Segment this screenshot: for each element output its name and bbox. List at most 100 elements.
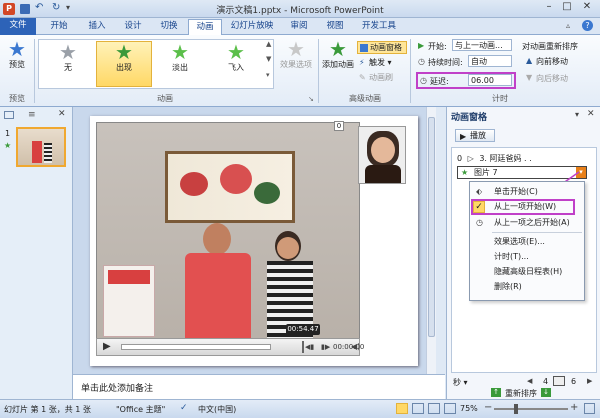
slide-edit-area: 0 00:54.47 ▶ ◀▮ ▮▶ 00:00.00 ◀) xyxy=(73,107,436,374)
thumb-person-red xyxy=(32,141,42,163)
arrow-up-icon: ▲ xyxy=(526,56,533,65)
timeline-scroll-left[interactable]: ◀ xyxy=(527,377,532,385)
fit-to-window-icon[interactable] xyxy=(584,403,595,414)
add-animation-button[interactable]: ★ 添加动画 xyxy=(322,39,354,70)
customize-toolbar-icon[interactable]: ▾ xyxy=(66,3,70,12)
slide-sorter-icon[interactable] xyxy=(412,403,424,414)
animation-pane-icon xyxy=(360,44,368,52)
progress-marker[interactable] xyxy=(302,341,304,353)
help-icon[interactable]: ? xyxy=(582,20,593,31)
close-panel-icon[interactable]: ✕ xyxy=(58,109,66,119)
gallery-scroll-down[interactable]: ▼ xyxy=(266,55,271,63)
play-icon[interactable]: ▶ xyxy=(103,341,111,352)
move-earlier-button[interactable]: ▲ 向前移动 xyxy=(526,56,568,67)
anim-pane-close-icon[interactable]: ✕ xyxy=(587,109,595,119)
redo-icon[interactable]: ↻ xyxy=(52,2,60,13)
maximize-button[interactable]: □ xyxy=(558,1,576,16)
animation-pane-button[interactable]: 动画窗格 xyxy=(357,41,407,54)
menu-timing[interactable]: 计时(T)... xyxy=(470,250,580,264)
preview-label: 预览 xyxy=(9,60,25,69)
close-button[interactable]: ✕ xyxy=(576,1,598,16)
slide-canvas[interactable]: 0 00:54.47 ▶ ◀▮ ▮▶ 00:00.00 ◀) xyxy=(90,116,418,366)
effect-none[interactable]: ★ 无 xyxy=(42,42,94,86)
language[interactable]: 中文(中国) xyxy=(198,404,236,415)
portrait-thumbnail[interactable] xyxy=(358,126,406,184)
zoom-out-icon[interactable]: − xyxy=(484,402,492,413)
normal-view-icon[interactable] xyxy=(396,403,408,414)
app-logo-icon: P xyxy=(3,3,15,15)
arrow-down-icon: ▼ xyxy=(526,73,533,82)
tab-developer[interactable]: 开发工具 xyxy=(354,19,404,35)
effect-options-icon: ★ xyxy=(287,37,305,61)
dialog-launcher-icon[interactable]: ↘ xyxy=(308,95,314,103)
tab-file[interactable]: 文件 xyxy=(0,18,36,35)
effect-appear[interactable]: ★ 出现 xyxy=(96,41,152,87)
zoom-slider[interactable] xyxy=(494,408,568,410)
tab-slideshow[interactable]: 幻灯片放映 xyxy=(224,19,280,35)
rewind-icon[interactable]: ◀▮ xyxy=(305,343,314,351)
delay-input[interactable]: 06.00 xyxy=(468,74,512,86)
tab-review[interactable]: 审阅 xyxy=(282,19,316,35)
start-label: ▶ 开始: xyxy=(418,41,447,51)
vertical-scrollbar[interactable] xyxy=(426,107,436,374)
add-animation-icon: ★ xyxy=(329,37,347,61)
anim-item-1[interactable]: 0 ▷ 3. 阿廷爸妈 . . xyxy=(457,153,593,164)
menu-with-previous[interactable]: ✓ 从上一项开始(W) xyxy=(470,200,580,214)
anim-pane-dropdown-icon[interactable]: ▾ xyxy=(575,110,579,119)
tab-insert[interactable]: 插入 xyxy=(80,19,114,35)
save-icon[interactable] xyxy=(20,4,30,14)
progress-track[interactable] xyxy=(121,344,271,350)
gallery-more[interactable]: ▾ xyxy=(266,71,270,79)
menu-after-previous[interactable]: ◷ 从上一项之后开始(A) xyxy=(470,216,580,230)
animation-order-badge: 0 xyxy=(334,121,344,131)
zoom-slider-thumb[interactable] xyxy=(514,404,518,414)
menu-on-click[interactable]: ⬖ 单击开始(C) xyxy=(470,185,580,199)
slides-tab-icon[interactable] xyxy=(4,111,14,119)
reading-view-icon[interactable] xyxy=(428,403,440,414)
menu-effect-options[interactable]: 效果选项(E)... xyxy=(470,235,580,249)
duration-input[interactable]: 自动 xyxy=(468,55,512,67)
notes-pane[interactable]: 单击此处添加备注 xyxy=(73,374,445,399)
minimize-ribbon-icon[interactable]: ▵ xyxy=(566,21,570,30)
tab-design[interactable]: 设计 xyxy=(116,19,150,35)
effect-fly-in[interactable]: ★ 飞入 xyxy=(208,42,264,86)
forward-icon[interactable]: ▮▶ xyxy=(321,343,330,351)
man-figure xyxy=(181,223,255,347)
seconds-dropdown[interactable]: 秒 ▾ xyxy=(453,377,468,388)
timeline-scroll-right[interactable]: ▶ xyxy=(587,377,592,385)
star-icon: ★ xyxy=(461,168,469,177)
tab-animations[interactable]: 动画 xyxy=(188,19,222,36)
tab-view[interactable]: 视图 xyxy=(318,19,352,35)
reorder-up-icon[interactable]: ↑ xyxy=(491,388,501,397)
undo-icon[interactable]: ↶ xyxy=(35,2,43,13)
preview-star-icon: ★ xyxy=(8,37,26,61)
play-button[interactable]: ▶ 播放 xyxy=(455,129,495,142)
tab-home[interactable]: 开始 xyxy=(42,19,76,35)
tab-transitions[interactable]: 切换 xyxy=(152,19,186,35)
gallery-scroll-up[interactable]: ▲ xyxy=(266,40,271,48)
spellcheck-icon[interactable]: ✓ xyxy=(180,403,188,413)
effect-fade[interactable]: ★ 淡出 xyxy=(154,42,206,86)
menu-remove[interactable]: 删除(R) xyxy=(470,280,580,294)
video-frame[interactable] xyxy=(96,122,360,348)
slide-number: 1 xyxy=(5,129,11,138)
timeline-end: 6 xyxy=(571,377,577,386)
slideshow-view-icon[interactable] xyxy=(444,403,456,414)
thumb-person-stripes xyxy=(44,143,52,163)
play-small-icon: ▷ xyxy=(467,154,474,163)
zoom-level[interactable]: 75% xyxy=(460,404,478,413)
window-title: 演示文稿1.pptx - Microsoft PowerPoint xyxy=(216,6,384,16)
zoom-in-icon[interactable]: + xyxy=(570,402,578,413)
slide-thumbnail[interactable] xyxy=(16,127,66,167)
minimize-button[interactable]: – xyxy=(540,1,558,16)
trigger-button[interactable]: ⚡ 触发 ▾ xyxy=(357,57,407,68)
timeline-thumb[interactable] xyxy=(553,376,565,386)
volume-icon[interactable]: ◀) xyxy=(351,342,360,351)
duration-label: ◷ 持续时间: xyxy=(418,57,463,67)
reorder-down-icon[interactable]: ↓ xyxy=(541,388,551,397)
start-select[interactable]: 与上一动画... xyxy=(452,39,512,51)
preview-button[interactable]: ★ 预览 xyxy=(4,39,30,70)
notes-placeholder[interactable]: 单击此处添加备注 xyxy=(81,381,153,394)
menu-hide-timeline[interactable]: 隐藏高级日程表(H) xyxy=(470,265,580,279)
outline-tab-icon[interactable]: ≡ xyxy=(28,110,36,120)
